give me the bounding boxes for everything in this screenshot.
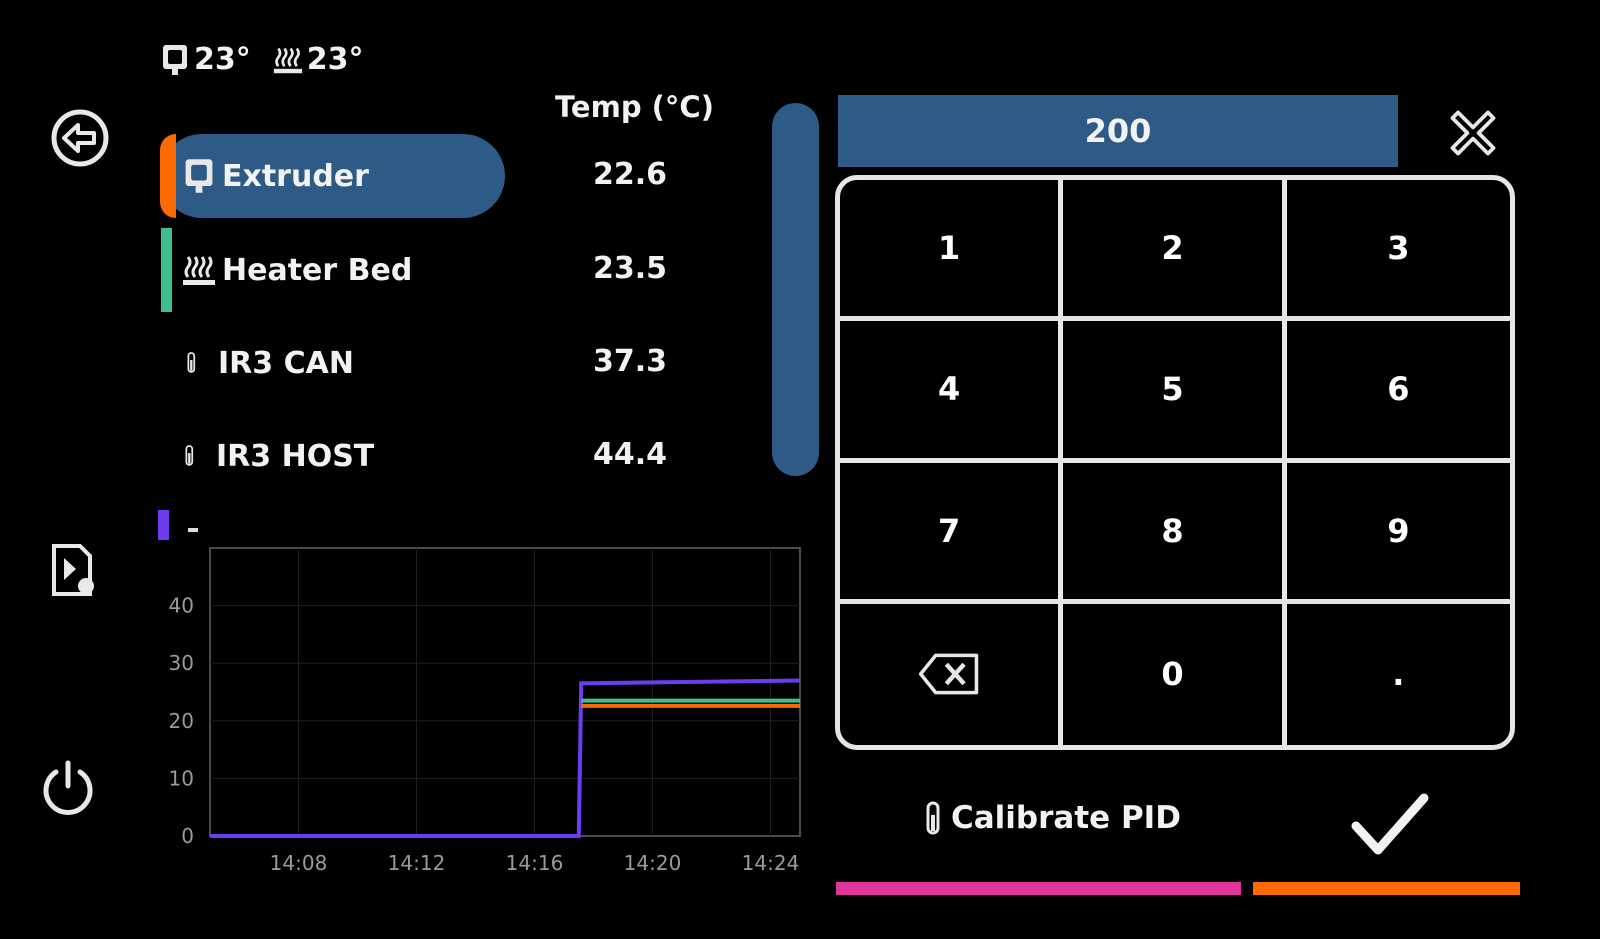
sensor-value: 22.6 bbox=[592, 157, 668, 192]
legend-label bbox=[188, 528, 198, 532]
sensor-name: IR3 CAN bbox=[218, 345, 354, 381]
key-8[interactable]: 8 bbox=[1063, 462, 1287, 604]
orange-accent-bar bbox=[1253, 882, 1520, 895]
sensor-name: Heater Bed bbox=[222, 252, 413, 288]
key-7[interactable]: 7 bbox=[840, 462, 1064, 604]
heater-bed-icon bbox=[273, 47, 302, 73]
key-3[interactable]: 3 bbox=[1286, 180, 1510, 322]
thermometer-icon bbox=[926, 801, 940, 835]
y-tick-label: 10 bbox=[169, 766, 194, 790]
sensor-color-indicator bbox=[160, 134, 176, 218]
x-tick-label: 14:20 bbox=[624, 851, 682, 875]
file-play-icon bbox=[52, 544, 94, 596]
key-1[interactable]: 1 bbox=[840, 180, 1064, 322]
extruder-icon bbox=[163, 44, 187, 75]
sensor-value: 23.5 bbox=[592, 251, 668, 286]
key-2[interactable]: 2 bbox=[1063, 180, 1287, 322]
x-tick-label: 14:16 bbox=[506, 851, 564, 875]
extruder-icon bbox=[185, 159, 213, 193]
sensor-row-heater-bed[interactable]: Heater Bed bbox=[160, 228, 505, 312]
list-scrollbar[interactable] bbox=[772, 103, 819, 476]
status-extruder: 23° bbox=[160, 42, 251, 77]
close-icon bbox=[1450, 110, 1496, 156]
sensor-row-ir3-host[interactable]: IR3 HOST bbox=[160, 414, 505, 498]
keypad-display[interactable]: 200 bbox=[838, 95, 1398, 167]
print-files-button[interactable] bbox=[40, 538, 104, 602]
key-0[interactable]: 0 bbox=[1063, 603, 1287, 745]
calibrate-pid-button[interactable]: Calibrate PID bbox=[925, 800, 1181, 836]
magenta-accent-bar bbox=[836, 882, 1241, 895]
power-button[interactable] bbox=[36, 756, 100, 820]
back-button[interactable] bbox=[48, 106, 112, 170]
y-tick-label: 30 bbox=[169, 651, 194, 675]
heater-bed-icon bbox=[183, 256, 215, 285]
sensor-name: Extruder bbox=[222, 158, 369, 194]
x-tick-label: 14:08 bbox=[270, 851, 328, 875]
key-6[interactable]: 6 bbox=[1286, 321, 1510, 463]
thermometer-icon bbox=[187, 352, 196, 373]
key-4[interactable]: 4 bbox=[840, 321, 1064, 463]
key-backspace[interactable] bbox=[840, 603, 1064, 745]
calibrate-pid-label: Calibrate PID bbox=[951, 800, 1181, 836]
key-5[interactable]: 5 bbox=[1063, 321, 1287, 463]
key-9[interactable]: 9 bbox=[1286, 463, 1510, 604]
confirm-check-icon[interactable] bbox=[1350, 790, 1430, 860]
status-bed-temp: 23° bbox=[306, 42, 364, 77]
back-arrow-icon bbox=[51, 109, 109, 167]
y-tick-label: 0 bbox=[181, 824, 194, 848]
sensor-row-extruder[interactable]: Extruder bbox=[160, 134, 505, 218]
sensor-color-indicator bbox=[161, 228, 172, 312]
key-decimal[interactable]: . bbox=[1287, 604, 1510, 745]
sensor-row-ir3-can[interactable]: IR3 CAN bbox=[160, 321, 505, 405]
close-keypad-button[interactable] bbox=[1440, 100, 1506, 166]
sensor-value: 44.4 bbox=[592, 437, 668, 472]
status-bed: 23° bbox=[273, 42, 364, 77]
y-tick-label: 20 bbox=[169, 709, 194, 733]
backspace-icon bbox=[919, 654, 979, 695]
status-extruder-temp: 23° bbox=[194, 42, 251, 77]
sensor-value: 37.3 bbox=[592, 344, 668, 379]
x-tick-label: 14:12 bbox=[388, 851, 446, 875]
power-icon bbox=[43, 760, 93, 815]
status-bar: 23° 23° bbox=[160, 42, 364, 77]
thermometer-icon bbox=[185, 445, 194, 466]
temperature-chart: 14:08 14:12 14:16 14:20 14:24 0 10 20 30 40 bbox=[169, 547, 801, 875]
temp-column-header: Temp (°C) bbox=[555, 90, 714, 124]
x-tick-label: 14:24 bbox=[742, 851, 800, 875]
y-tick-label: 40 bbox=[169, 594, 194, 618]
legend-color-swatch bbox=[158, 510, 169, 540]
numeric-keypad: 1 2 3 4 5 6 7 8 9 0 . bbox=[835, 175, 1515, 750]
sensor-name: IR3 HOST bbox=[216, 438, 375, 474]
